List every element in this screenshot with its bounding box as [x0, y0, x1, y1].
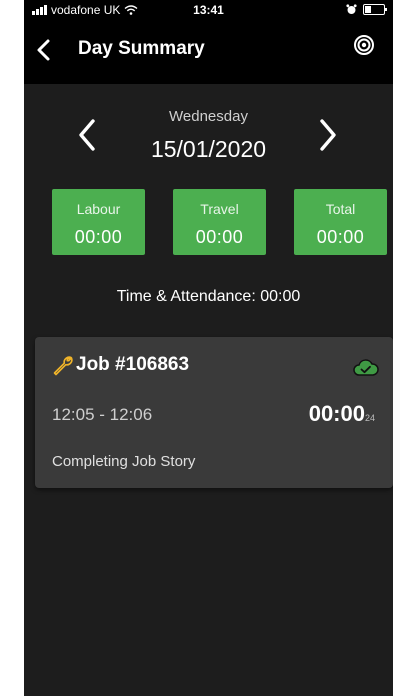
travel-value: 00:00: [195, 227, 244, 247]
labour-value: 00:00: [74, 227, 123, 247]
battery-icon: [363, 4, 387, 15]
time-attendance-text: Time & Attendance: 00:00: [116, 288, 301, 305]
total-label: Total: [325, 201, 356, 217]
travel-label: Travel: [200, 201, 239, 217]
job-card[interactable]: Job #106863 12:05 - 12:06 00:0024 Comple…: [35, 337, 393, 488]
header-bar: Day Summary: [24, 20, 393, 84]
target-icon[interactable]: [353, 34, 375, 56]
chevron-right-icon[interactable]: [315, 115, 341, 155]
page-title: Day Summary: [78, 38, 205, 59]
job-duration-seconds: 24: [364, 413, 375, 423]
job-title: Job #106863: [76, 354, 190, 375]
labour-label: Labour: [76, 201, 121, 217]
total-value: 00:00: [316, 227, 365, 247]
travel-summary-box: Travel 00:00: [173, 189, 266, 255]
job-duration: 00:0024: [309, 401, 375, 427]
status-right: [346, 4, 387, 15]
job-time-range: 12:05 - 12:06: [52, 405, 153, 424]
alarm-icon: [346, 4, 357, 14]
total-summary-box: Total 00:00: [294, 189, 387, 255]
cloud-check-icon: [353, 359, 379, 376]
summary-row: Labour 00:00 Travel 00:00 Total 00:00: [52, 189, 387, 255]
job-description: Completing Job Story: [52, 453, 196, 470]
date-navigator: Wednesday 15/01/2020: [24, 100, 393, 170]
status-time: 13:41: [193, 3, 224, 17]
back-arrow-icon[interactable]: [30, 34, 58, 66]
labour-summary-box: Labour 00:00: [52, 189, 145, 255]
job-duration-value: 00:00: [308, 401, 365, 426]
status-bar: vodafone UK 13:41: [24, 0, 393, 20]
wrench-icon: [53, 356, 73, 376]
job-title-row: Job #106863: [51, 353, 189, 377]
app-screen: vodafone UK 13:41 Day Summary Wednesday …: [24, 0, 393, 696]
